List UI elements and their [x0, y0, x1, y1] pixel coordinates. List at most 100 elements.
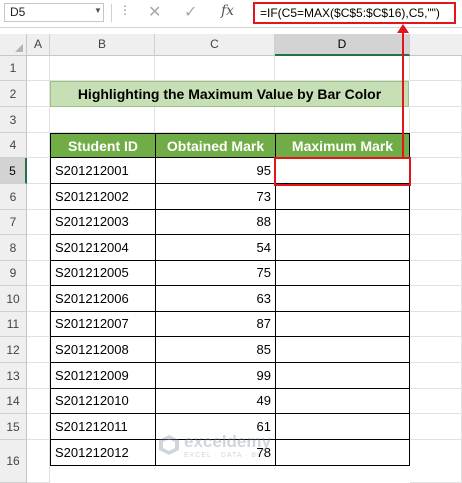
row-header-16[interactable]: 16 — [0, 440, 27, 483]
empty-cell[interactable] — [410, 235, 462, 261]
empty-cell[interactable] — [410, 286, 462, 312]
column-header-c[interactable]: C — [155, 34, 275, 56]
obtained-mark-cell[interactable]: 85 — [155, 337, 276, 363]
empty-cell[interactable] — [27, 56, 50, 81]
column-header-b[interactable]: B — [50, 34, 155, 56]
empty-cell[interactable] — [410, 337, 462, 363]
row-header-11[interactable]: 11 — [0, 312, 27, 337]
maximum-mark-cell[interactable] — [275, 261, 410, 286]
empty-cell[interactable] — [155, 107, 275, 133]
empty-cell[interactable] — [410, 158, 462, 184]
empty-cell[interactable] — [410, 261, 462, 286]
active-cell-d5[interactable] — [274, 157, 411, 186]
header-obtained-mark: Obtained Mark — [155, 133, 276, 158]
student-id-cell[interactable]: S201212004 — [50, 235, 156, 261]
row-header-1[interactable]: 1 — [0, 56, 27, 81]
obtained-mark-cell[interactable]: 54 — [155, 235, 276, 261]
row-header-13[interactable]: 13 — [0, 363, 27, 389]
row-header-15[interactable]: 15 — [0, 414, 27, 440]
row-header-12[interactable]: 12 — [0, 337, 27, 363]
student-id-cell[interactable]: S201212008 — [50, 337, 156, 363]
student-id-cell[interactable]: S201212006 — [50, 286, 156, 312]
empty-cell[interactable] — [410, 184, 462, 210]
column-header-d[interactable]: D — [275, 34, 410, 56]
name-box[interactable]: D5 — [4, 3, 104, 22]
obtained-mark-cell[interactable]: 63 — [155, 286, 276, 312]
more-options-icon[interactable]: ⋮ — [119, 3, 131, 17]
obtained-mark-cell[interactable]: 99 — [155, 363, 276, 389]
obtained-mark-cell[interactable]: 95 — [155, 158, 276, 184]
row-header-4[interactable]: 4 — [0, 133, 27, 158]
empty-cell[interactable] — [410, 440, 462, 483]
empty-cell[interactable] — [27, 184, 50, 210]
student-id-cell[interactable]: S201212009 — [50, 363, 156, 389]
obtained-mark-cell[interactable]: 49 — [155, 389, 276, 414]
column-header-a[interactable]: A — [27, 34, 50, 56]
student-id-cell[interactable]: S201212001 — [50, 158, 156, 184]
name-box-dropdown-icon[interactable]: ▼ — [94, 6, 102, 15]
empty-cell[interactable] — [275, 107, 410, 133]
maximum-mark-cell[interactable] — [275, 286, 410, 312]
empty-cell[interactable] — [27, 312, 50, 337]
student-id-cell[interactable]: S201212003 — [50, 210, 156, 235]
header-maximum-mark: Maximum Mark — [275, 133, 410, 158]
obtained-mark-cell[interactable]: 73 — [155, 184, 276, 210]
maximum-mark-cell[interactable] — [275, 363, 410, 389]
empty-cell[interactable] — [27, 389, 50, 414]
empty-cell[interactable] — [27, 337, 50, 363]
empty-cell[interactable] — [27, 81, 50, 107]
empty-cell[interactable] — [27, 210, 50, 235]
student-id-cell[interactable]: S201212010 — [50, 389, 156, 414]
empty-cell[interactable] — [410, 312, 462, 337]
empty-cell[interactable] — [27, 363, 50, 389]
empty-cell[interactable] — [50, 107, 155, 133]
row-header-9[interactable]: 9 — [0, 261, 27, 286]
empty-cell[interactable] — [410, 389, 462, 414]
insert-function-icon[interactable]: fx — [221, 3, 234, 19]
maximum-mark-cell[interactable] — [275, 312, 410, 337]
cancel-icon[interactable]: ✕ — [148, 2, 161, 22]
formula-input[interactable]: =IF(C5=MAX($C$5:$C$16),C5,"") — [253, 2, 456, 24]
empty-cell[interactable] — [410, 363, 462, 389]
empty-cell[interactable] — [410, 107, 462, 133]
student-id-cell[interactable]: S201212011 — [50, 414, 156, 440]
empty-cell[interactable] — [410, 210, 462, 235]
empty-cell[interactable] — [27, 261, 50, 286]
obtained-mark-cell[interactable]: 88 — [155, 210, 276, 235]
empty-cell[interactable] — [27, 440, 50, 483]
empty-cell[interactable] — [155, 56, 275, 81]
maximum-mark-cell[interactable] — [275, 235, 410, 261]
empty-cell[interactable] — [410, 81, 462, 107]
student-id-cell[interactable]: S201212002 — [50, 184, 156, 210]
student-id-cell[interactable]: S201212007 — [50, 312, 156, 337]
empty-cell[interactable] — [27, 107, 50, 133]
select-all-button[interactable] — [0, 34, 27, 56]
empty-cell[interactable] — [275, 56, 410, 81]
maximum-mark-cell[interactable] — [275, 210, 410, 235]
obtained-mark-cell[interactable]: 75 — [155, 261, 276, 286]
row-header-2[interactable]: 2 — [0, 81, 27, 107]
row-header-7[interactable]: 7 — [0, 210, 27, 235]
student-id-cell[interactable]: S201212012 — [50, 440, 156, 466]
row-header-14[interactable]: 14 — [0, 389, 27, 414]
empty-cell[interactable] — [410, 56, 462, 81]
empty-cell[interactable] — [410, 133, 462, 158]
row-header-8[interactable]: 8 — [0, 235, 27, 261]
maximum-mark-cell[interactable] — [275, 184, 410, 210]
empty-cell[interactable] — [27, 286, 50, 312]
empty-cell[interactable] — [50, 56, 155, 81]
empty-cell[interactable] — [27, 158, 50, 184]
empty-cell[interactable] — [27, 133, 50, 158]
maximum-mark-cell[interactable] — [275, 389, 410, 414]
empty-cell[interactable] — [410, 414, 462, 440]
student-id-cell[interactable]: S201212005 — [50, 261, 156, 286]
empty-cell[interactable] — [27, 414, 50, 440]
maximum-mark-cell[interactable] — [275, 337, 410, 363]
obtained-mark-cell[interactable]: 87 — [155, 312, 276, 337]
row-header-3[interactable]: 3 — [0, 107, 27, 133]
row-header-5[interactable]: 5 — [0, 158, 27, 184]
row-header-6[interactable]: 6 — [0, 184, 27, 210]
row-header-10[interactable]: 10 — [0, 286, 27, 312]
enter-icon[interactable]: ✓ — [184, 2, 197, 22]
empty-cell[interactable] — [27, 235, 50, 261]
